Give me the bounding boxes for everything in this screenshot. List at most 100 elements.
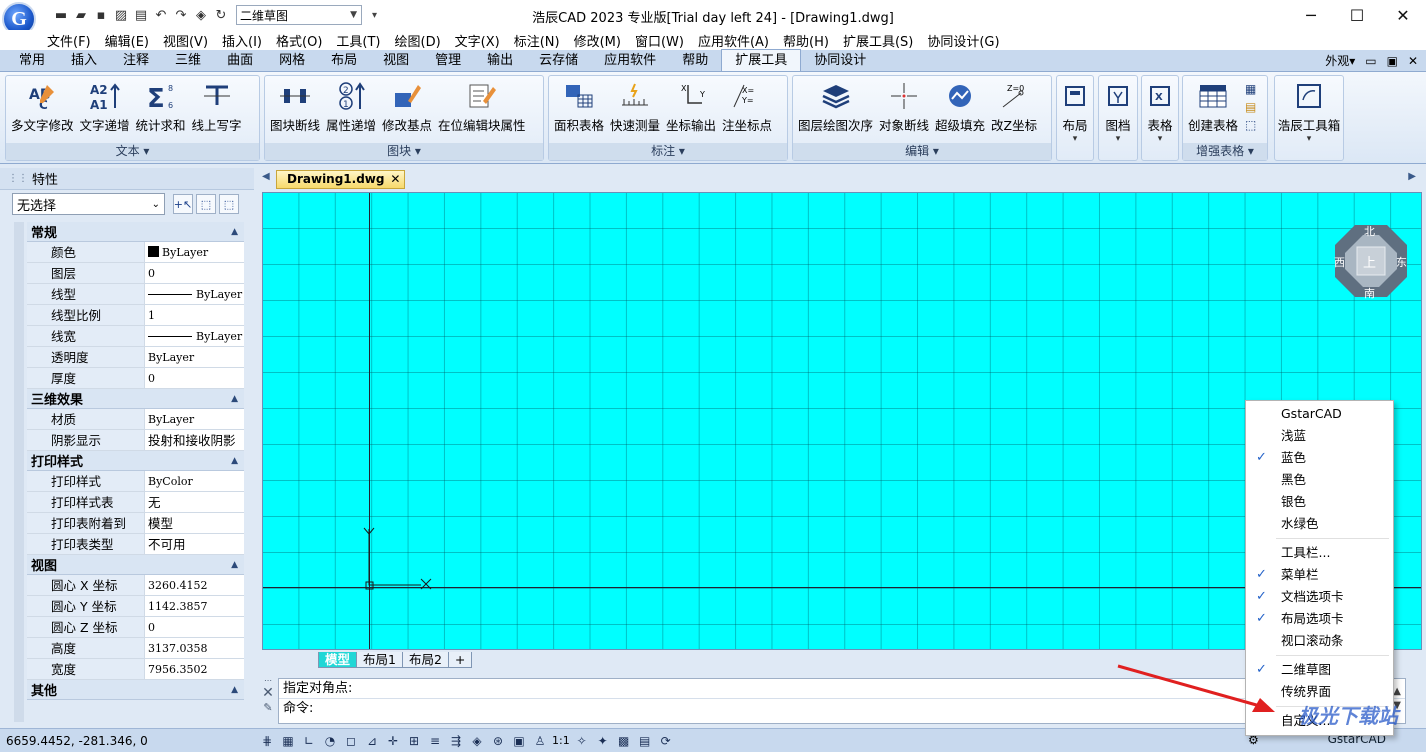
close-button[interactable]: ✕ xyxy=(1380,0,1426,30)
inplace-edit-attr-button[interactable]: 在位编辑块属性 xyxy=(435,80,529,134)
tab-view[interactable]: 视图 xyxy=(370,51,422,71)
property-row[interactable]: 圆心 Y 坐标 1142.3857 xyxy=(27,596,244,617)
property-row[interactable]: 材质 ByLayer xyxy=(27,409,244,430)
property-value[interactable]: ByColor xyxy=(144,471,244,491)
menu-view[interactable]: 视图(V) xyxy=(156,31,215,50)
tab-3d[interactable]: 三维 xyxy=(162,51,214,71)
properties-toggle-icon[interactable]: ▤ xyxy=(636,732,654,750)
osnap-icon[interactable]: ◻ xyxy=(342,732,360,750)
ribbon-close-icon[interactable]: ✕ xyxy=(1408,54,1418,68)
context-menu-item[interactable]: 视口滚动条 xyxy=(1246,630,1393,652)
super-hatch-button[interactable]: 超级填充 xyxy=(932,80,988,134)
menu-draw[interactable]: 绘图(D) xyxy=(388,31,448,50)
lineweight-icon[interactable]: ≡ xyxy=(426,732,444,750)
dynamic-input-icon[interactable]: ⊞ xyxy=(405,732,423,750)
compass-west[interactable]: 西 xyxy=(1334,254,1345,270)
selection-dropdown[interactable]: 无选择 ⌄ xyxy=(12,193,165,215)
tab-insert[interactable]: 插入 xyxy=(58,51,110,71)
redo-icon[interactable]: ↷ xyxy=(172,6,190,24)
zoom-icon[interactable]: ⊛ xyxy=(489,732,507,750)
property-value[interactable]: 1 xyxy=(144,305,244,325)
compass-south[interactable]: 南 xyxy=(1364,285,1375,301)
menu-ext-tools[interactable]: 扩展工具(S) xyxy=(836,31,920,50)
layout-dropdown-button[interactable]: 布局 ▾ xyxy=(1056,80,1094,144)
customize-command-icon[interactable]: ✎ xyxy=(258,701,278,714)
maximize-button[interactable]: ☐ xyxy=(1334,0,1380,30)
quick-select-icon[interactable]: ⬚ xyxy=(219,194,239,214)
ribbon-restore-icon[interactable]: ▣ xyxy=(1387,54,1398,68)
property-value[interactable]: 无 xyxy=(144,492,244,512)
property-row[interactable]: 宽度 7956.3502 xyxy=(27,659,244,680)
group-title-dimension[interactable]: 标注 ▾ xyxy=(549,143,787,160)
annotate-coord-button[interactable]: X= Y= 注坐标点 xyxy=(719,80,775,134)
table-select-icon[interactable]: ⬚ xyxy=(1245,118,1256,132)
print-icon[interactable]: ▤ xyxy=(132,6,150,24)
annotation-scale-icon[interactable]: ♙ xyxy=(531,732,549,750)
tab-ext-tools[interactable]: 扩展工具 xyxy=(721,49,802,71)
tab-annotate[interactable]: 注释 xyxy=(110,51,162,71)
context-menu-item[interactable]: ✓ 菜单栏 xyxy=(1246,564,1393,586)
menu-tools[interactable]: 工具(T) xyxy=(329,31,387,50)
multi-text-edit-button[interactable]: AB C 多文字修改 xyxy=(8,80,77,134)
property-row[interactable]: 高度 3137.0358 xyxy=(27,638,244,659)
modify-basepoint-button[interactable]: 修改基点 xyxy=(379,80,435,134)
menu-collab[interactable]: 协同设计(G) xyxy=(920,31,1006,50)
layout-tab-2[interactable]: 布局2 xyxy=(401,652,449,668)
property-value[interactable]: 不可用 xyxy=(144,534,244,554)
minimize-button[interactable]: ─ xyxy=(1288,0,1334,30)
open-folder-icon[interactable]: ▰ xyxy=(72,6,90,24)
tab-output[interactable]: 输出 xyxy=(474,51,526,71)
context-menu-item[interactable]: 黑色 xyxy=(1246,469,1393,491)
category-1[interactable]: 三维效果 ▲ xyxy=(27,389,244,409)
compass-north[interactable]: 北 xyxy=(1364,223,1375,239)
layer-draw-order-button[interactable]: 图层绘图次序 xyxy=(795,80,876,134)
cloud-sync-icon[interactable]: ⟳ xyxy=(657,732,675,750)
command-history[interactable]: 指定对角点: 命令: ▲ ▼ xyxy=(278,678,1406,724)
select-objects-icon[interactable]: ⬚ xyxy=(196,194,216,214)
property-row[interactable]: 打印表类型 不可用 xyxy=(27,534,244,555)
annotation-scale-label[interactable]: 1:1 xyxy=(552,734,570,747)
context-menu-item[interactable]: GstarCAD xyxy=(1246,403,1393,425)
menu-format[interactable]: 格式(O) xyxy=(269,31,329,50)
layers-icon[interactable]: ◈ xyxy=(192,6,210,24)
property-row[interactable]: 圆心 X 坐标 3260.4152 xyxy=(27,575,244,596)
tab-mesh[interactable]: 网格 xyxy=(266,51,318,71)
properties-header[interactable]: ⋮⋮ 特性 xyxy=(0,168,254,190)
tab-help[interactable]: 帮助 xyxy=(669,51,721,71)
ortho-icon[interactable]: ∟ xyxy=(300,732,318,750)
tab-scroll-right-icon[interactable]: ▶ xyxy=(1408,171,1416,182)
property-row[interactable]: 打印样式 ByColor xyxy=(27,471,244,492)
workspace-switch-icon[interactable]: ▩ xyxy=(615,732,633,750)
area-table-button[interactable]: 面积表格 xyxy=(551,80,607,134)
polar-icon[interactable]: ◔ xyxy=(321,732,339,750)
tab-surface[interactable]: 曲面 xyxy=(214,51,266,71)
table-edit-icon[interactable]: ▤ xyxy=(1245,100,1256,114)
category-0[interactable]: 常规 ▲ xyxy=(27,222,244,242)
transparency-icon[interactable]: ⇶ xyxy=(447,732,465,750)
menu-edit[interactable]: 编辑(E) xyxy=(98,31,156,50)
property-value[interactable]: ByLayer xyxy=(144,326,244,346)
undo-icon[interactable]: ↶ xyxy=(152,6,170,24)
add-layout-button[interactable]: + xyxy=(447,652,473,668)
save-as-icon[interactable]: ▨ xyxy=(112,6,130,24)
tab-apps[interactable]: 应用软件 xyxy=(591,51,669,71)
menu-text[interactable]: 文字(X) xyxy=(448,31,507,50)
workspace-select[interactable]: 二维草图 ▼ xyxy=(236,5,362,25)
collapse-icon[interactable]: ▲ xyxy=(231,227,238,237)
save-icon[interactable]: ▪ xyxy=(92,6,110,24)
tab-layout[interactable]: 布局 xyxy=(318,51,370,71)
property-row[interactable]: 厚度 0 xyxy=(27,368,244,389)
collapse-icon[interactable]: ▲ xyxy=(231,685,238,695)
menu-help[interactable]: 帮助(H) xyxy=(776,31,836,50)
quick-measure-button[interactable]: 快速测量 xyxy=(607,80,663,134)
annotation-visibility-icon[interactable]: ✧ xyxy=(573,732,591,750)
menu-file[interactable]: 文件(F) xyxy=(40,31,98,50)
properties-scrollbar[interactable] xyxy=(14,222,24,722)
context-menu-item[interactable]: ✓ 文档选项卡 xyxy=(1246,586,1393,608)
group-title-text[interactable]: 文本 ▾ xyxy=(6,143,259,160)
document-tab-drawing1[interactable]: Drawing1.dwg ✕ xyxy=(276,170,406,189)
ribbon-minimize-icon[interactable]: ▭ xyxy=(1365,54,1376,68)
coord-output-button[interactable]: XY 坐标输出 xyxy=(663,80,719,134)
collapse-icon[interactable]: ▲ xyxy=(231,560,238,570)
block-break-button[interactable]: 图块断线 xyxy=(267,80,323,134)
